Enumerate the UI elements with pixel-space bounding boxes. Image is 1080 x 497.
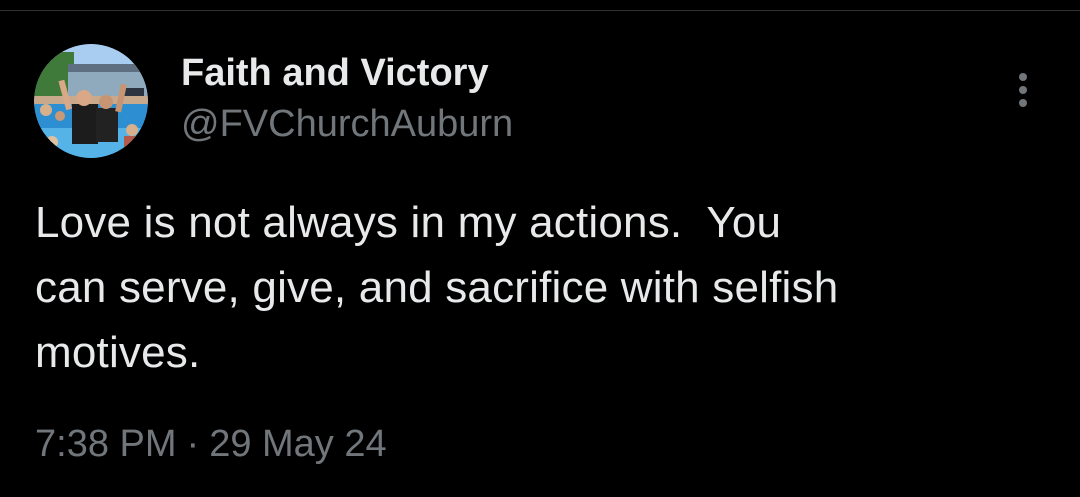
user-handle[interactable]: @FVChurchAuburn (181, 101, 513, 147)
tweet-text-line: can serve, give, and sacrifice with self… (35, 263, 839, 312)
display-name[interactable]: Faith and Victory (181, 50, 489, 96)
more-options-button[interactable] (1006, 68, 1040, 112)
tweet-text: Love is not always in my actions. You ca… (35, 190, 1045, 385)
tweet-date: 29 May 24 (209, 423, 387, 465)
tweet-timestamp[interactable]: 7:38 PM · 29 May 24 (35, 420, 387, 468)
avatar[interactable] (34, 44, 148, 158)
tweet-time: 7:38 PM (35, 423, 177, 465)
avatar-photo-icon (34, 44, 148, 158)
tweet: Faith and Victory @FVChurchAuburn Love i… (0, 0, 1080, 497)
more-vertical-icon (1019, 73, 1027, 107)
meta-separator: · (186, 423, 200, 465)
tweet-text-line: Love is not always in my actions. You (35, 198, 782, 247)
tweet-text-line: motives. (35, 328, 201, 377)
